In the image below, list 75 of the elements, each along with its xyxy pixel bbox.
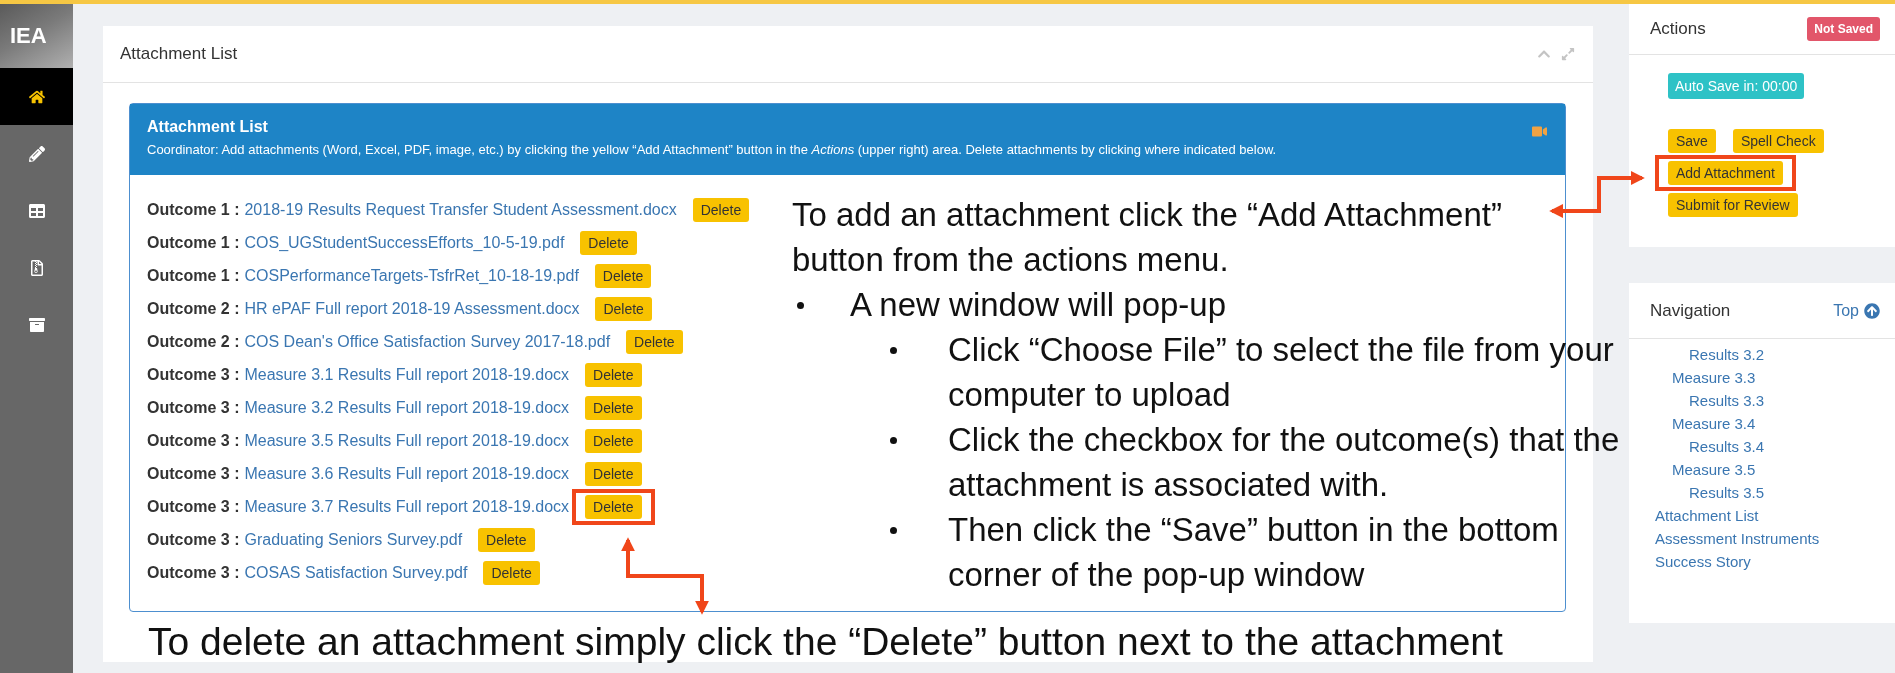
nav-link[interactable]: Results 3.2 [1689,343,1895,366]
file-link[interactable]: COS_UGStudentSuccessEfforts_10-5-19.pdf [244,233,565,252]
nav-link[interactable]: Assessment Instruments [1655,527,1895,550]
instruction-text: Then click the “Save” button in the bottom corner of the pop-up window [948,510,1560,595]
instruction-text: A new window will pop-up [850,285,1228,325]
nav-link[interactable]: Measure 3.5 [1672,458,1895,481]
delete-button[interactable]: Delete [585,428,642,453]
delete-button[interactable]: Delete [585,461,642,486]
file-link[interactable]: HR ePAF Full report 2018-19 Assessment.docx [244,299,580,318]
action-button[interactable]: Spell Check [1732,129,1824,153]
nav-link[interactable]: Success Story [1655,550,1895,573]
nav-link[interactable]: Results 3.3 [1689,389,1895,412]
bullet-icon [797,302,804,309]
file-link[interactable]: Measure 3.1 Results Full report 2018-19.docx [244,365,570,384]
instruction-text: To add an attachment click the “Add Attachment” button from the actions menu. [792,195,1503,280]
pencil-icon[interactable] [28,145,45,162]
delete-button[interactable]: Delete [626,329,683,354]
file-link[interactable]: Measure 3.6 Results Full report 2018-19.docx [244,464,570,483]
table-icon[interactable] [28,202,45,219]
delete-button[interactable]: Delete [580,230,637,255]
file-link[interactable]: Measure 3.7 Results Full report 2018-19.docx [244,497,570,516]
file-link[interactable]: 2018-19 Results Request Transfer Student Assessment.docx [244,200,677,219]
bullet-icon [890,527,897,534]
nav-link[interactable]: Results 3.5 [1689,481,1895,504]
card-title: Actions [1650,19,1706,39]
status-badge: Not Saved [1807,17,1880,41]
box-title: Attachment List [147,118,268,136]
nav-link[interactable]: Attachment List [1655,504,1895,527]
action-button[interactable]: Save [1668,129,1716,153]
bullet-icon [890,437,897,444]
file-icon[interactable] [28,259,45,276]
file-link[interactable]: COS Dean's Office Satisfaction Survey 2017-18.pdf [244,332,611,351]
sidebar-item[interactable] [0,68,73,125]
instruction-text: To delete an attachment simply click the “Delete” button next to the attachment [148,620,1503,664]
home-icon[interactable] [28,88,45,105]
delete-button[interactable]: Delete [585,395,642,420]
top-link[interactable]: Top [1833,301,1880,320]
file-link[interactable]: Measure 3.2 Results Full report 2018-19.docx [244,398,570,417]
delete-button[interactable]: Delete [585,494,642,519]
autosave-badge: Auto Save in: 00:00 [1668,73,1805,99]
delete-button[interactable]: Delete [595,296,652,321]
outcome-label: Outcome 3 : [147,497,240,516]
outcome-label: Outcome 1 : [147,266,240,285]
box-description: Coordinator: Add attachments (Word, Excel, PDF, image, etc.) by clicking the yellow “Add Attachment” button in the Actions (upper right) area. Delete attachments by clicking where indicated below. [147,142,1278,157]
action-button[interactable]: Add Attachment [1668,161,1783,185]
outcome-label: Outcome 3 : [147,365,240,384]
file-link[interactable]: COSAS Satisfaction Survey.pdf [244,563,468,582]
nav-link[interactable]: Measure 3.4 [1672,412,1895,435]
archive-icon[interactable] [28,316,45,333]
card-title: Navigation [1650,300,1731,321]
delete-button[interactable]: Delete [594,263,652,288]
arrow-up-icon[interactable] [1864,302,1880,319]
logo: IEA [0,4,73,68]
file-link[interactable]: Graduating Seniors Survey.pdf [244,530,463,549]
file-link[interactable]: Measure 3.5 Results Full report 2018-19.docx [244,431,570,450]
outcome-label: Outcome 1 : [147,200,240,219]
file-link[interactable]: COSPerformanceTargets-TsfrRet_10-18-19.pdf [244,266,579,285]
nav-link[interactable]: Results 3.4 [1689,435,1895,458]
outcome-label: Outcome 3 : [147,431,240,450]
delete-button[interactable]: Delete [692,197,750,222]
action-button[interactable]: Submit for Review [1668,193,1798,217]
outcome-label: Outcome 3 : [147,530,240,549]
outcome-label: Outcome 2 : [147,332,240,351]
outcome-label: Outcome 3 : [147,398,240,417]
nav-link[interactable]: Measure 3.3 [1672,366,1895,389]
outcome-label: Outcome 3 : [147,464,240,483]
outcome-label: Outcome 3 : [147,563,240,582]
bullet-icon [890,347,897,354]
instruction-text: Click the checkbox for the outcome(s) that the attachment is associated with. [948,420,1621,505]
delete-button[interactable]: Delete [478,527,535,552]
outcome-label: Outcome 2 : [147,299,240,318]
delete-button[interactable]: Delete [483,560,540,585]
delete-button[interactable]: Delete [585,362,642,387]
panel-title: Attachment List [120,44,238,64]
outcome-label: Outcome 1 : [147,233,240,252]
